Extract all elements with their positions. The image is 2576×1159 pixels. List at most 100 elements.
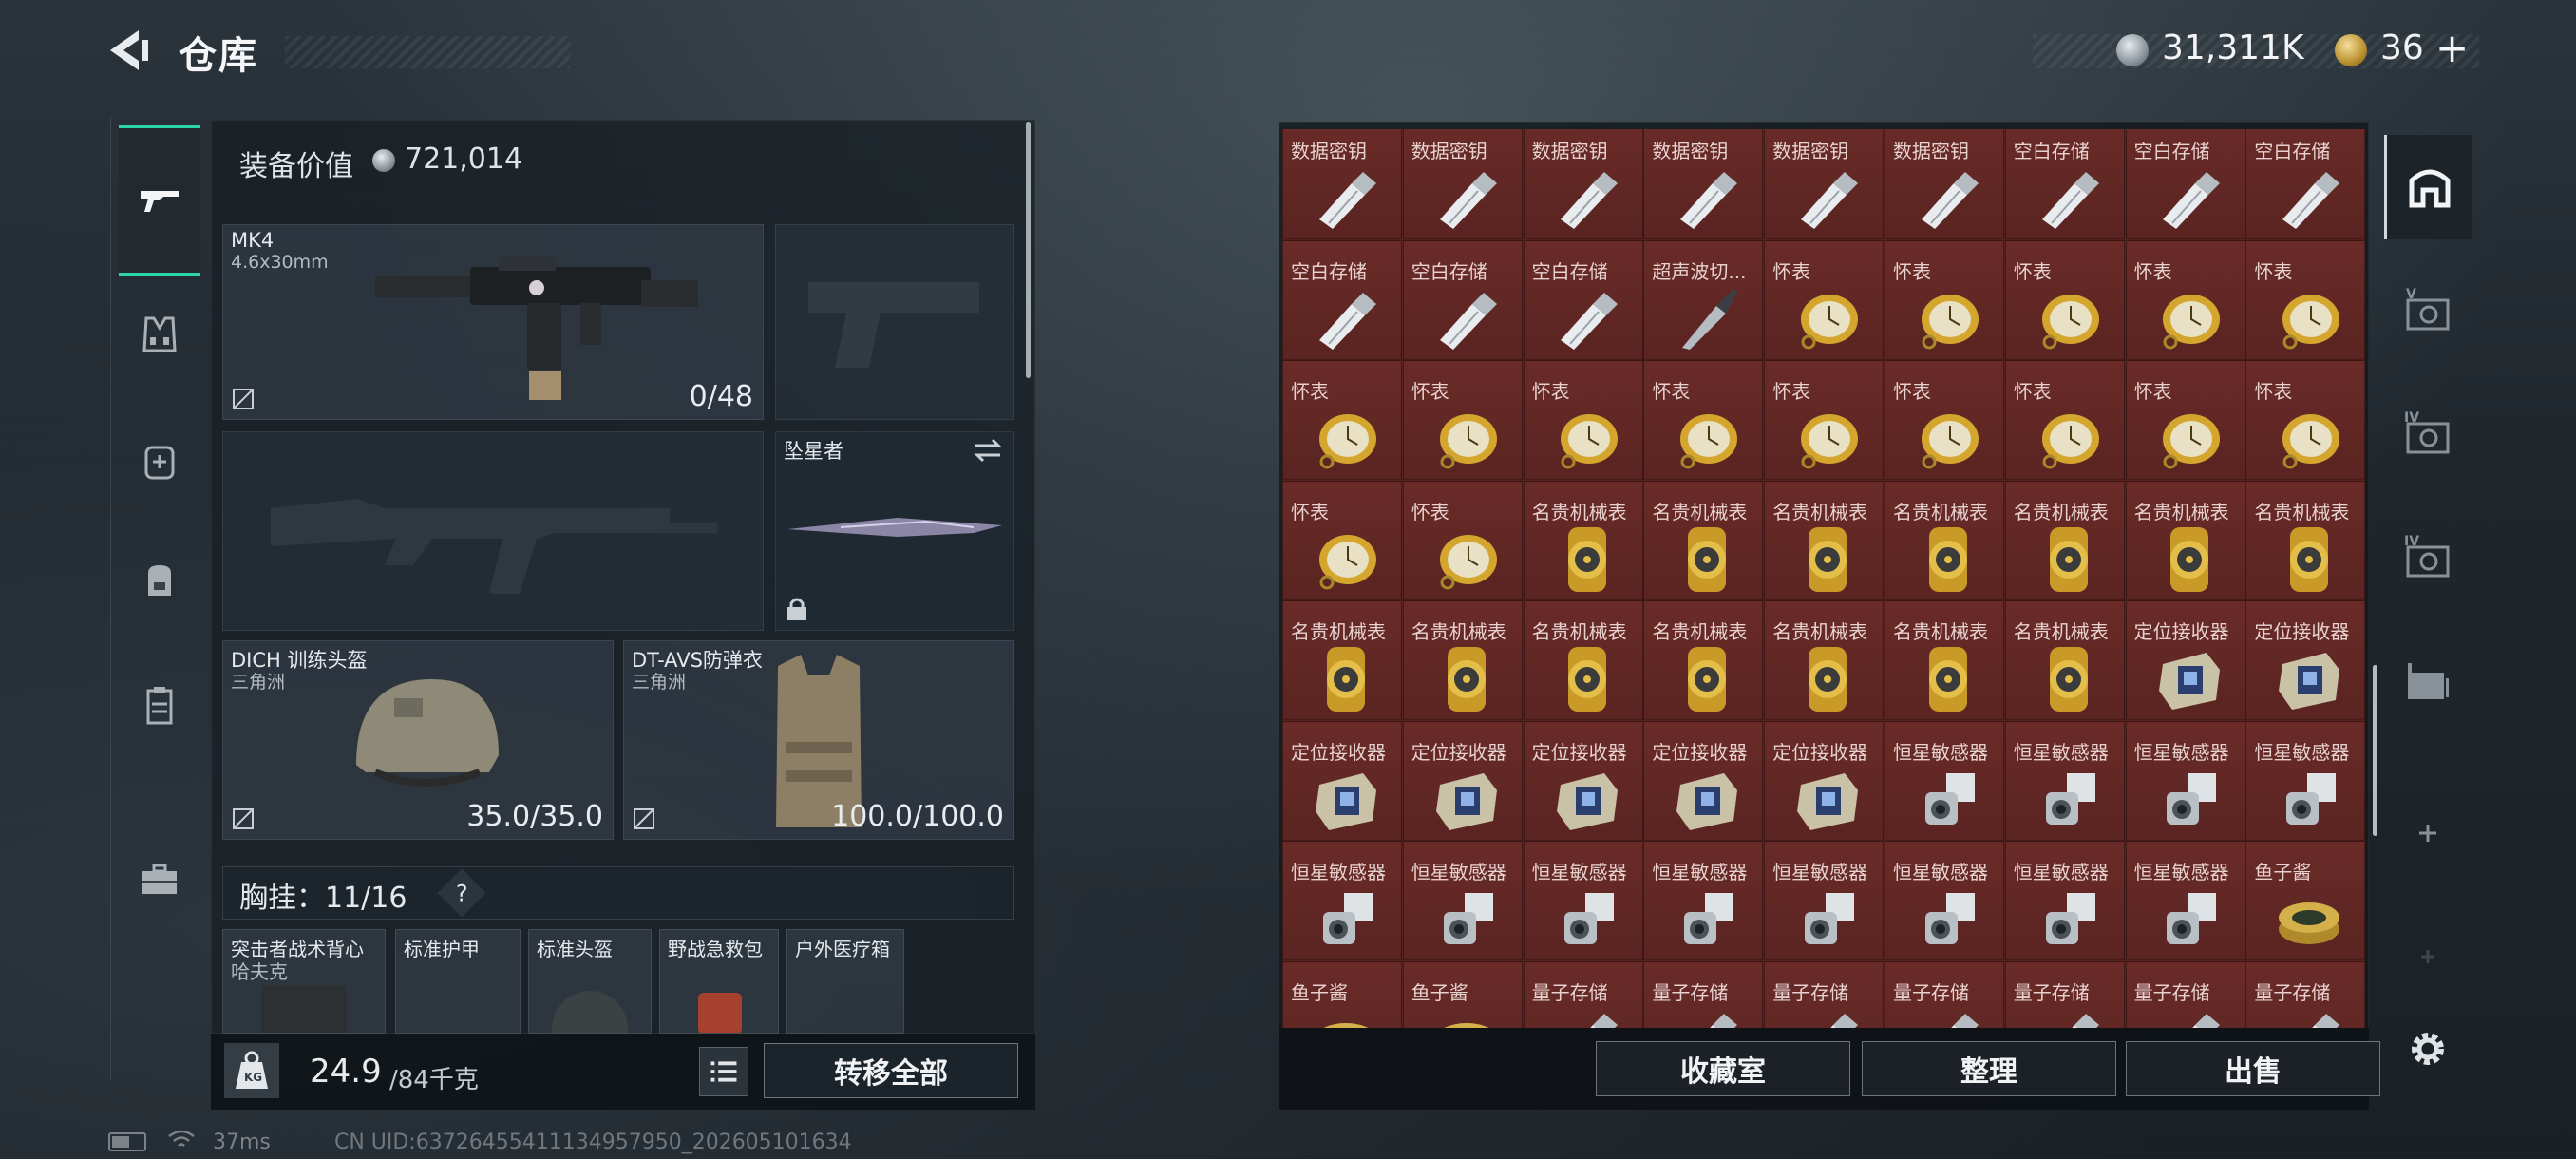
storage-item[interactable]: 名贵机械表 (2004, 480, 2125, 600)
storage-item[interactable]: 名贵机械表 (1402, 600, 1523, 720)
storage-item[interactable]: 名贵机械表 (1643, 480, 1764, 600)
armor-slot[interactable]: DT-AVS防弹衣 三角洲 100.0/100.0 (623, 640, 1014, 840)
storage-item[interactable]: 名贵机械表 (1764, 600, 1885, 720)
back-button[interactable] (104, 25, 156, 76)
storage-item[interactable]: 鱼子酱 (1282, 960, 1402, 1028)
storage-item[interactable]: 恒星敏感器 (2004, 841, 2125, 960)
storage-item[interactable]: 名贵机械表 (1885, 480, 2004, 600)
storage-item[interactable]: 超声波切... (1643, 239, 1764, 360)
storage-item[interactable]: 空白存储 (1402, 239, 1523, 360)
storage-item[interactable]: 恒星敏感器 (1885, 841, 2004, 960)
storage-item[interactable]: 怀表 (2245, 360, 2365, 480)
add-tickets-button[interactable]: + (2435, 25, 2469, 71)
storage-item[interactable]: 量子存储 (1764, 960, 1885, 1028)
collection-room-button[interactable]: 收藏室 (1596, 1041, 1850, 1096)
nav-backpack[interactable] (119, 540, 200, 621)
pistol-slot[interactable] (775, 224, 1014, 420)
settings-button[interactable] (2401, 1022, 2454, 1075)
storage-item[interactable]: 量子存储 (2245, 960, 2365, 1028)
storage-item[interactable]: 名贵机械表 (1282, 600, 1402, 720)
storage-item[interactable]: 数据密钥 (1885, 129, 2004, 239)
tab-tier-iv-alt[interactable]: IV (2384, 505, 2472, 610)
storage-item[interactable]: 名贵机械表 (1764, 480, 1885, 600)
storage-item[interactable]: 量子存储 (1643, 960, 1764, 1028)
storage-item[interactable]: 怀表 (1402, 480, 1523, 600)
storage-item[interactable]: 名贵机械表 (2004, 600, 2125, 720)
nav-locker[interactable] (119, 665, 200, 747)
storage-item[interactable]: 空白存储 (2245, 129, 2365, 239)
storage-item[interactable]: 名贵机械表 (1523, 600, 1643, 720)
primary-weapon-slot[interactable]: MK4 4.6x30mm 0/48 (222, 224, 764, 420)
tab-tier-iv[interactable]: IV (2384, 382, 2472, 486)
nav-weapons[interactable] (119, 125, 200, 276)
storage-item[interactable]: 量子存储 (2125, 960, 2245, 1028)
storage-item[interactable]: 恒星敏感器 (1764, 841, 1885, 960)
storage-item[interactable]: 空白存储 (1282, 239, 1402, 360)
storage-item[interactable]: 定位接收器 (1764, 720, 1885, 841)
tab-storage-box[interactable] (2384, 629, 2472, 733)
nav-medic-pack[interactable] (119, 420, 200, 502)
storage-item[interactable]: 鱼子酱 (1402, 960, 1523, 1028)
storage-item[interactable]: 量子存储 (2004, 960, 2125, 1028)
storage-item[interactable]: 空白存储 (2125, 129, 2245, 239)
storage-item[interactable]: 恒星敏感器 (1643, 841, 1764, 960)
storage-item[interactable]: 怀表 (1764, 360, 1885, 480)
storage-item[interactable]: 恒星敏感器 (2125, 720, 2245, 841)
storage-item[interactable]: 空白存储 (1523, 239, 1643, 360)
storage-item[interactable]: 定位接收器 (1643, 720, 1764, 841)
storage-item[interactable]: 怀表 (1885, 239, 2004, 360)
secondary-weapon-slot[interactable] (222, 431, 764, 631)
storage-item[interactable]: 怀表 (1282, 360, 1402, 480)
storage-scrollbar[interactable] (2373, 665, 2377, 836)
storage-item[interactable]: 怀表 (1643, 360, 1764, 480)
rig-item[interactable]: 户外医疗箱 (786, 929, 904, 1034)
storage-item[interactable]: 鱼子酱 (2245, 841, 2365, 960)
sort-button[interactable]: 整理 (1862, 1041, 2116, 1096)
swap-icon[interactable] (972, 436, 1004, 465)
tab-add[interactable] (2384, 781, 2472, 885)
storage-item[interactable]: 名贵机械表 (2245, 480, 2365, 600)
tab-all-storage[interactable] (2384, 135, 2472, 239)
storage-item[interactable]: 怀表 (2004, 239, 2125, 360)
storage-item[interactable]: 怀表 (1402, 360, 1523, 480)
storage-item[interactable]: 怀表 (1282, 480, 1402, 600)
storage-item[interactable]: 怀表 (1523, 360, 1643, 480)
storage-item[interactable]: 定位接收器 (1282, 720, 1402, 841)
storage-item[interactable]: 量子存储 (1523, 960, 1643, 1028)
storage-item[interactable]: 恒星敏感器 (1523, 841, 1643, 960)
rig-item[interactable]: 标准护甲 (395, 929, 521, 1034)
nav-toolbox[interactable] (119, 838, 200, 920)
rig-item[interactable]: 突击者战术背心 哈夫克 (222, 929, 386, 1034)
storage-item[interactable]: 怀表 (2125, 239, 2245, 360)
list-view-button[interactable] (699, 1047, 748, 1096)
storage-item[interactable]: 定位接收器 (1402, 720, 1523, 841)
storage-item[interactable]: 名贵机械表 (1523, 480, 1643, 600)
storage-item[interactable]: 量子存储 (1885, 960, 2004, 1028)
storage-item[interactable]: 恒星敏感器 (1885, 720, 2004, 841)
storage-item[interactable]: 怀表 (2125, 360, 2245, 480)
storage-item[interactable]: 怀表 (1764, 239, 1885, 360)
storage-item[interactable]: 空白存储 (2004, 129, 2125, 239)
storage-item[interactable]: 名贵机械表 (2125, 480, 2245, 600)
storage-item[interactable]: 定位接收器 (1523, 720, 1643, 841)
helmet-slot[interactable]: DICH 训练头盔 三角洲 35.0/35.0 (222, 640, 614, 840)
storage-item[interactable]: 怀表 (1885, 360, 2004, 480)
storage-item[interactable]: 恒星敏感器 (2125, 841, 2245, 960)
storage-item[interactable]: 名贵机械表 (1643, 600, 1764, 720)
storage-item[interactable]: 定位接收器 (2125, 600, 2245, 720)
rig-item[interactable]: 野战急救包 (659, 929, 779, 1034)
storage-item[interactable]: 数据密钥 (1282, 129, 1402, 239)
storage-item[interactable]: 恒星敏感器 (1282, 841, 1402, 960)
nav-vest[interactable] (119, 294, 200, 376)
storage-item[interactable]: 恒星敏感器 (1402, 841, 1523, 960)
storage-item[interactable]: 恒星敏感器 (2004, 720, 2125, 841)
storage-item[interactable]: 数据密钥 (1523, 129, 1643, 239)
storage-item[interactable]: 恒星敏感器 (2245, 720, 2365, 841)
storage-item[interactable]: 定位接收器 (2245, 600, 2365, 720)
storage-item[interactable]: 数据密钥 (1402, 129, 1523, 239)
equipment-scrollbar[interactable] (1026, 122, 1031, 378)
storage-item[interactable]: 数据密钥 (1643, 129, 1764, 239)
rig-item[interactable]: 标准头盔 (528, 929, 652, 1034)
transfer-all-button[interactable]: 转移全部 (764, 1043, 1018, 1098)
storage-item[interactable]: 名贵机械表 (1885, 600, 2004, 720)
